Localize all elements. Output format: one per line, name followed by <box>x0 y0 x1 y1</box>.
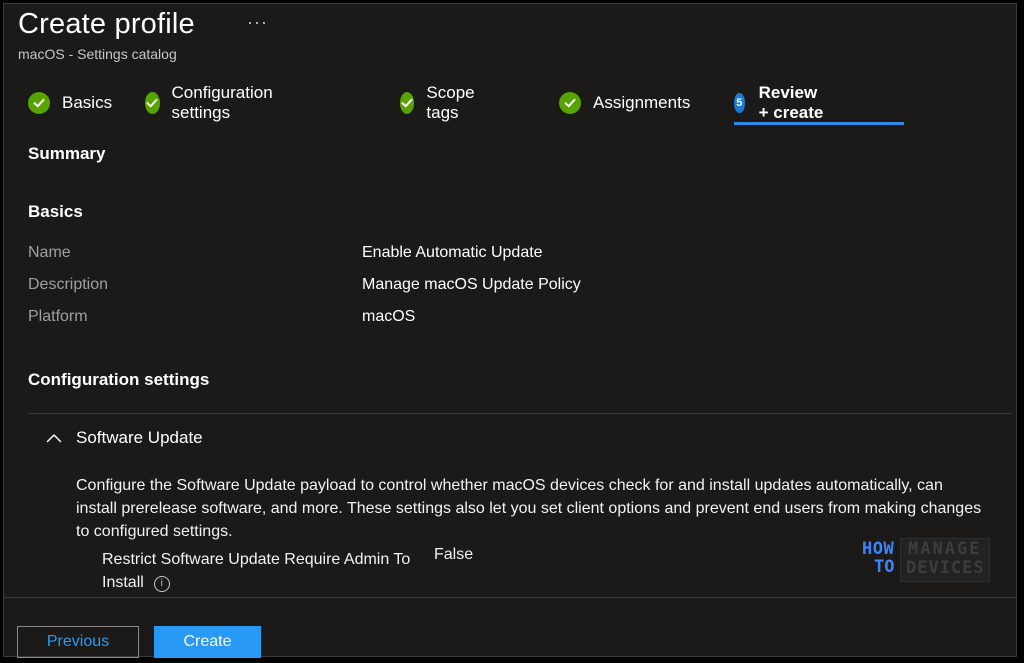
description-label: Description <box>28 276 109 293</box>
watermark-to: TO <box>874 557 895 577</box>
check-circle-icon <box>28 92 50 114</box>
active-tab-indicator <box>734 122 904 125</box>
tab-label: Basics <box>62 93 113 112</box>
software-update-description: Configure the Software Update payload to… <box>76 477 982 540</box>
platform-value: macOS <box>362 308 416 325</box>
tab-label: Scope tags <box>426 83 475 122</box>
watermark-how: HOW <box>862 539 895 559</box>
watermark-logo: HOW TO MANAGE DEVICES <box>856 536 990 582</box>
page-subtitle: macOS - Settings catalog <box>18 46 177 62</box>
section-divider <box>28 413 1012 414</box>
step-number-badge: 5 <box>734 93 745 113</box>
footer-divider <box>4 597 1016 598</box>
tab-scope-tags[interactable]: Scope tags <box>400 83 482 122</box>
previous-button[interactable]: Previous <box>17 626 139 658</box>
tab-configuration-settings[interactable]: Configuration settings <box>145 83 280 122</box>
page-title: Create profile <box>18 8 195 40</box>
chevron-up-icon <box>44 428 64 448</box>
basics-heading: Basics <box>28 202 83 221</box>
setting-value: False <box>434 546 474 563</box>
name-value: Enable Automatic Update <box>362 244 543 261</box>
check-circle-icon <box>400 92 415 114</box>
software-update-title: Software Update <box>76 428 203 447</box>
tab-label: Review + create <box>758 83 824 122</box>
setting-row-label: Restrict Software Update Require Admin T… <box>102 548 422 594</box>
tab-review-create[interactable]: 5 Review + create <box>734 83 827 122</box>
info-icon[interactable]: i <box>153 575 170 592</box>
summary-heading: Summary <box>28 144 106 163</box>
setting-label-text: Restrict Software Update Require Admin T… <box>102 551 411 591</box>
tab-basics[interactable]: Basics <box>28 88 112 118</box>
more-options-button[interactable]: ··· <box>247 12 268 33</box>
software-update-toggle[interactable]: Software Update <box>44 428 203 448</box>
tab-label: Assignments <box>593 93 691 112</box>
create-profile-panel: Create profile ··· macOS - Settings cata… <box>3 3 1017 658</box>
watermark-devices: DEVICES <box>906 558 985 578</box>
check-circle-icon <box>559 92 581 114</box>
description-value: Manage macOS Update Policy <box>362 276 581 293</box>
configuration-settings-heading: Configuration settings <box>28 370 210 389</box>
watermark-manage: MANAGE <box>908 539 982 559</box>
platform-label: Platform <box>28 308 88 325</box>
tab-label: Configuration settings <box>171 83 273 122</box>
tab-assignments[interactable]: Assignments <box>559 88 690 118</box>
create-button[interactable]: Create <box>154 626 261 658</box>
name-label: Name <box>28 244 71 261</box>
check-circle-icon <box>145 92 160 114</box>
